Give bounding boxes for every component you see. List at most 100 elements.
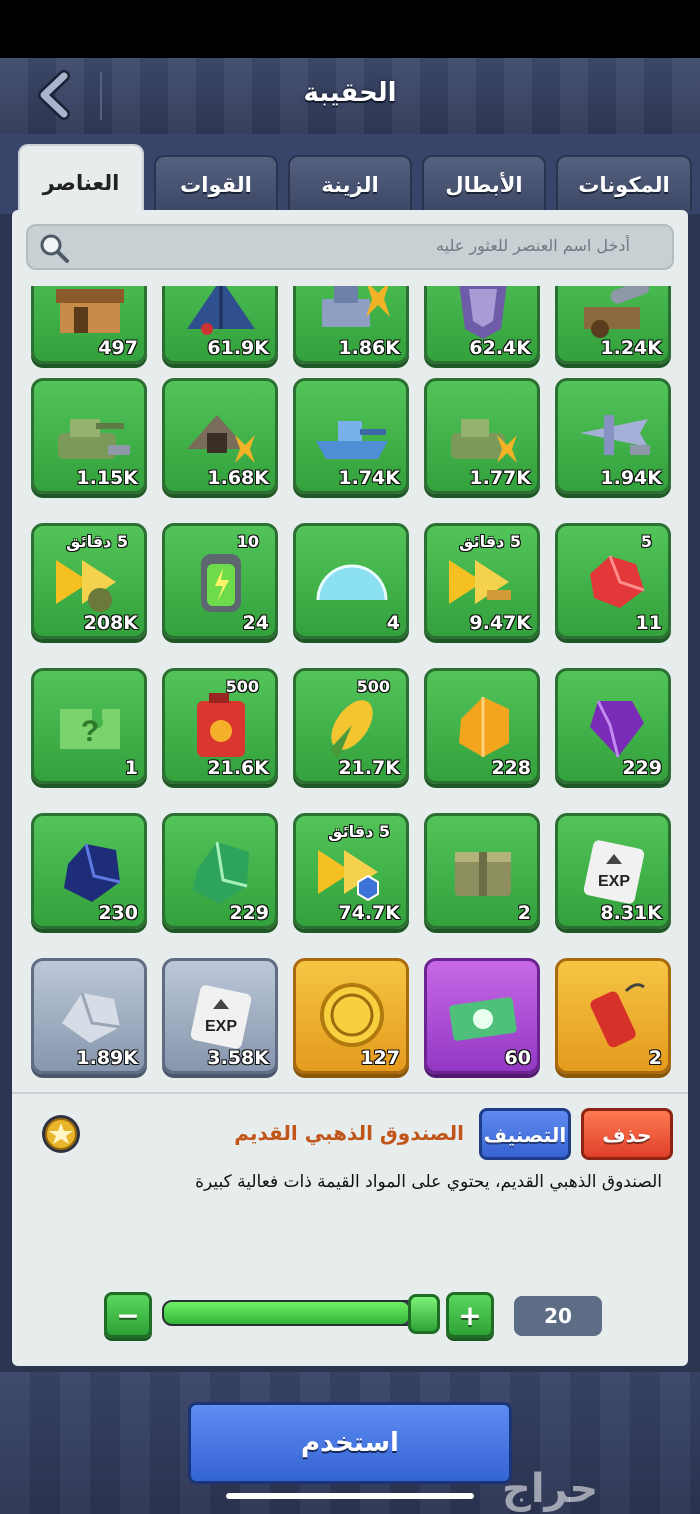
page-title: الحقيبة <box>303 78 397 108</box>
inventory-item[interactable]: EXP 3.58K <box>162 958 278 1074</box>
item-count: 24 <box>242 612 269 634</box>
gold-coin-icon <box>320 983 384 1047</box>
shield-dome-icon <box>316 564 388 601</box>
inventory-item[interactable]: 229 <box>555 668 671 784</box>
supply-crate-icon <box>455 852 511 896</box>
star-icon[interactable] <box>40 1113 82 1155</box>
inventory-item[interactable]: 500 21.6K <box>162 668 278 784</box>
tank-hammer-icon <box>58 419 130 459</box>
plane-hammer-icon <box>580 415 650 455</box>
divider <box>12 1092 688 1094</box>
search-placeholder: أدخل اسم العنصر للعثور عليه <box>436 236 630 255</box>
inventory-item[interactable]: 497 <box>31 286 147 364</box>
inventory-item[interactable]: 5 دقائق 74.7K <box>293 813 409 929</box>
increase-quantity-button[interactable]: + <box>446 1292 494 1338</box>
inventory-item[interactable]: ? 1 <box>31 668 147 784</box>
use-button[interactable]: استخدم <box>188 1402 512 1484</box>
item-count: 60 <box>504 1047 531 1069</box>
inventory-item[interactable]: 1.86K <box>293 286 409 364</box>
inventory-item[interactable]: 230 <box>31 813 147 929</box>
quantity-slider[interactable] <box>162 1300 438 1326</box>
svg-text:EXP: EXP <box>205 1018 237 1035</box>
sort-button[interactable]: التصنيف <box>479 1108 571 1160</box>
svg-text:?: ? <box>81 715 99 748</box>
inventory-item[interactable]: EXP 8.31K <box>555 813 671 929</box>
inventory-item[interactable]: 4 <box>293 523 409 639</box>
item-count: 1.68K <box>207 467 269 489</box>
mine-upgrade-icon <box>187 415 255 463</box>
item-count: 62.4K <box>469 337 531 359</box>
inventory-item[interactable]: 2 <box>555 958 671 1074</box>
item-count: 1.24K <box>600 337 662 359</box>
inventory-item[interactable]: 2 <box>424 813 540 929</box>
item-count: 1.89K <box>76 1047 138 1069</box>
delete-button[interactable]: حذف <box>581 1108 673 1160</box>
search-icon <box>40 234 69 263</box>
tab-heroes[interactable]: الأبطال <box>422 155 546 211</box>
inventory-item[interactable]: 5 11 <box>555 523 671 639</box>
item-tag: 5 <box>640 532 652 551</box>
tank-upgrade-icon <box>451 419 517 463</box>
minus-icon: − <box>116 1299 140 1332</box>
slider-fill <box>164 1302 409 1324</box>
inventory-item[interactable]: 1.74K <box>293 378 409 494</box>
item-tag: 5 دقائق <box>66 532 128 551</box>
item-count: 11 <box>635 612 662 634</box>
item-count: 229 <box>622 757 662 779</box>
inventory-item[interactable]: 1.24K <box>555 286 671 364</box>
amber-crystal-icon <box>459 697 509 757</box>
item-count: 3.58K <box>207 1047 269 1069</box>
inventory-item[interactable]: 1.89K <box>31 958 147 1074</box>
inventory-item[interactable]: 1.77K <box>424 378 540 494</box>
item-count: 229 <box>229 902 269 924</box>
item-count: 208K <box>83 612 138 634</box>
inventory-item[interactable]: 228 <box>424 668 540 784</box>
silver-ore-icon <box>62 992 121 1043</box>
inventory-item[interactable]: 61.9K <box>162 286 278 364</box>
item-tag: 10 <box>236 532 259 551</box>
item-count: 228 <box>491 757 531 779</box>
search-input[interactable]: أدخل اسم العنصر للعثور عليه <box>26 224 674 270</box>
inventory-item[interactable]: 60 <box>424 958 540 1074</box>
item-tag: 5 دقائق <box>328 822 390 841</box>
tab-components[interactable]: المكونات <box>556 155 692 211</box>
tab-decorations[interactable]: الزينة <box>288 155 412 211</box>
item-count: 1 <box>124 757 138 779</box>
purple-gem-icon <box>590 700 644 758</box>
inventory-item[interactable]: 229 <box>162 813 278 929</box>
item-tag: 500 <box>225 677 259 696</box>
item-description: الصندوق الذهبي القديم، يحتوي على المواد … <box>195 1172 662 1192</box>
home-indicator <box>226 1493 474 1499</box>
item-count: 4 <box>386 612 400 634</box>
item-count: 1.74K <box>338 467 400 489</box>
inventory-item[interactable]: 1.68K <box>162 378 278 494</box>
item-count: 9.47K <box>469 612 531 634</box>
inventory-item[interactable]: 500 21.7K <box>293 668 409 784</box>
inventory-item[interactable]: 1.94K <box>555 378 671 494</box>
item-count: 497 <box>98 337 138 359</box>
item-grid: 497 61.9K 1.86K 62.4K 1.24K 1.15K 1.68K 1.74K 1.… <box>20 286 684 1086</box>
inventory-item[interactable]: 5 دقائق 9.47K <box>424 523 540 639</box>
exp-card-icon: EXP <box>583 840 645 904</box>
inventory-item[interactable]: 62.4K <box>424 286 540 364</box>
item-count: 8.31K <box>600 902 662 924</box>
quantity-value[interactable]: 20 <box>514 1296 602 1336</box>
item-count: 127 <box>360 1047 400 1069</box>
item-count: 21.7K <box>338 757 400 779</box>
banknotes-icon <box>449 997 517 1041</box>
inventory-item[interactable]: 1.15K <box>31 378 147 494</box>
slider-handle[interactable] <box>408 1294 440 1334</box>
inventory-item[interactable]: 127 <box>293 958 409 1074</box>
item-count: 1.15K <box>76 467 138 489</box>
decrease-quantity-button[interactable]: − <box>104 1292 152 1338</box>
item-count: 61.9K <box>207 337 269 359</box>
tab-troops[interactable]: القوات <box>154 155 278 211</box>
ship-hammer-icon <box>316 421 388 459</box>
item-count: 74.7K <box>338 902 400 924</box>
tab-items[interactable]: العناصر <box>18 144 144 214</box>
item-count: 21.6K <box>207 757 269 779</box>
item-count: 1.77K <box>469 467 531 489</box>
mystery-puzzle-icon: ? <box>60 709 120 749</box>
inventory-item[interactable]: 5 دقائق 208K <box>31 523 147 639</box>
inventory-item[interactable]: 10 24 <box>162 523 278 639</box>
